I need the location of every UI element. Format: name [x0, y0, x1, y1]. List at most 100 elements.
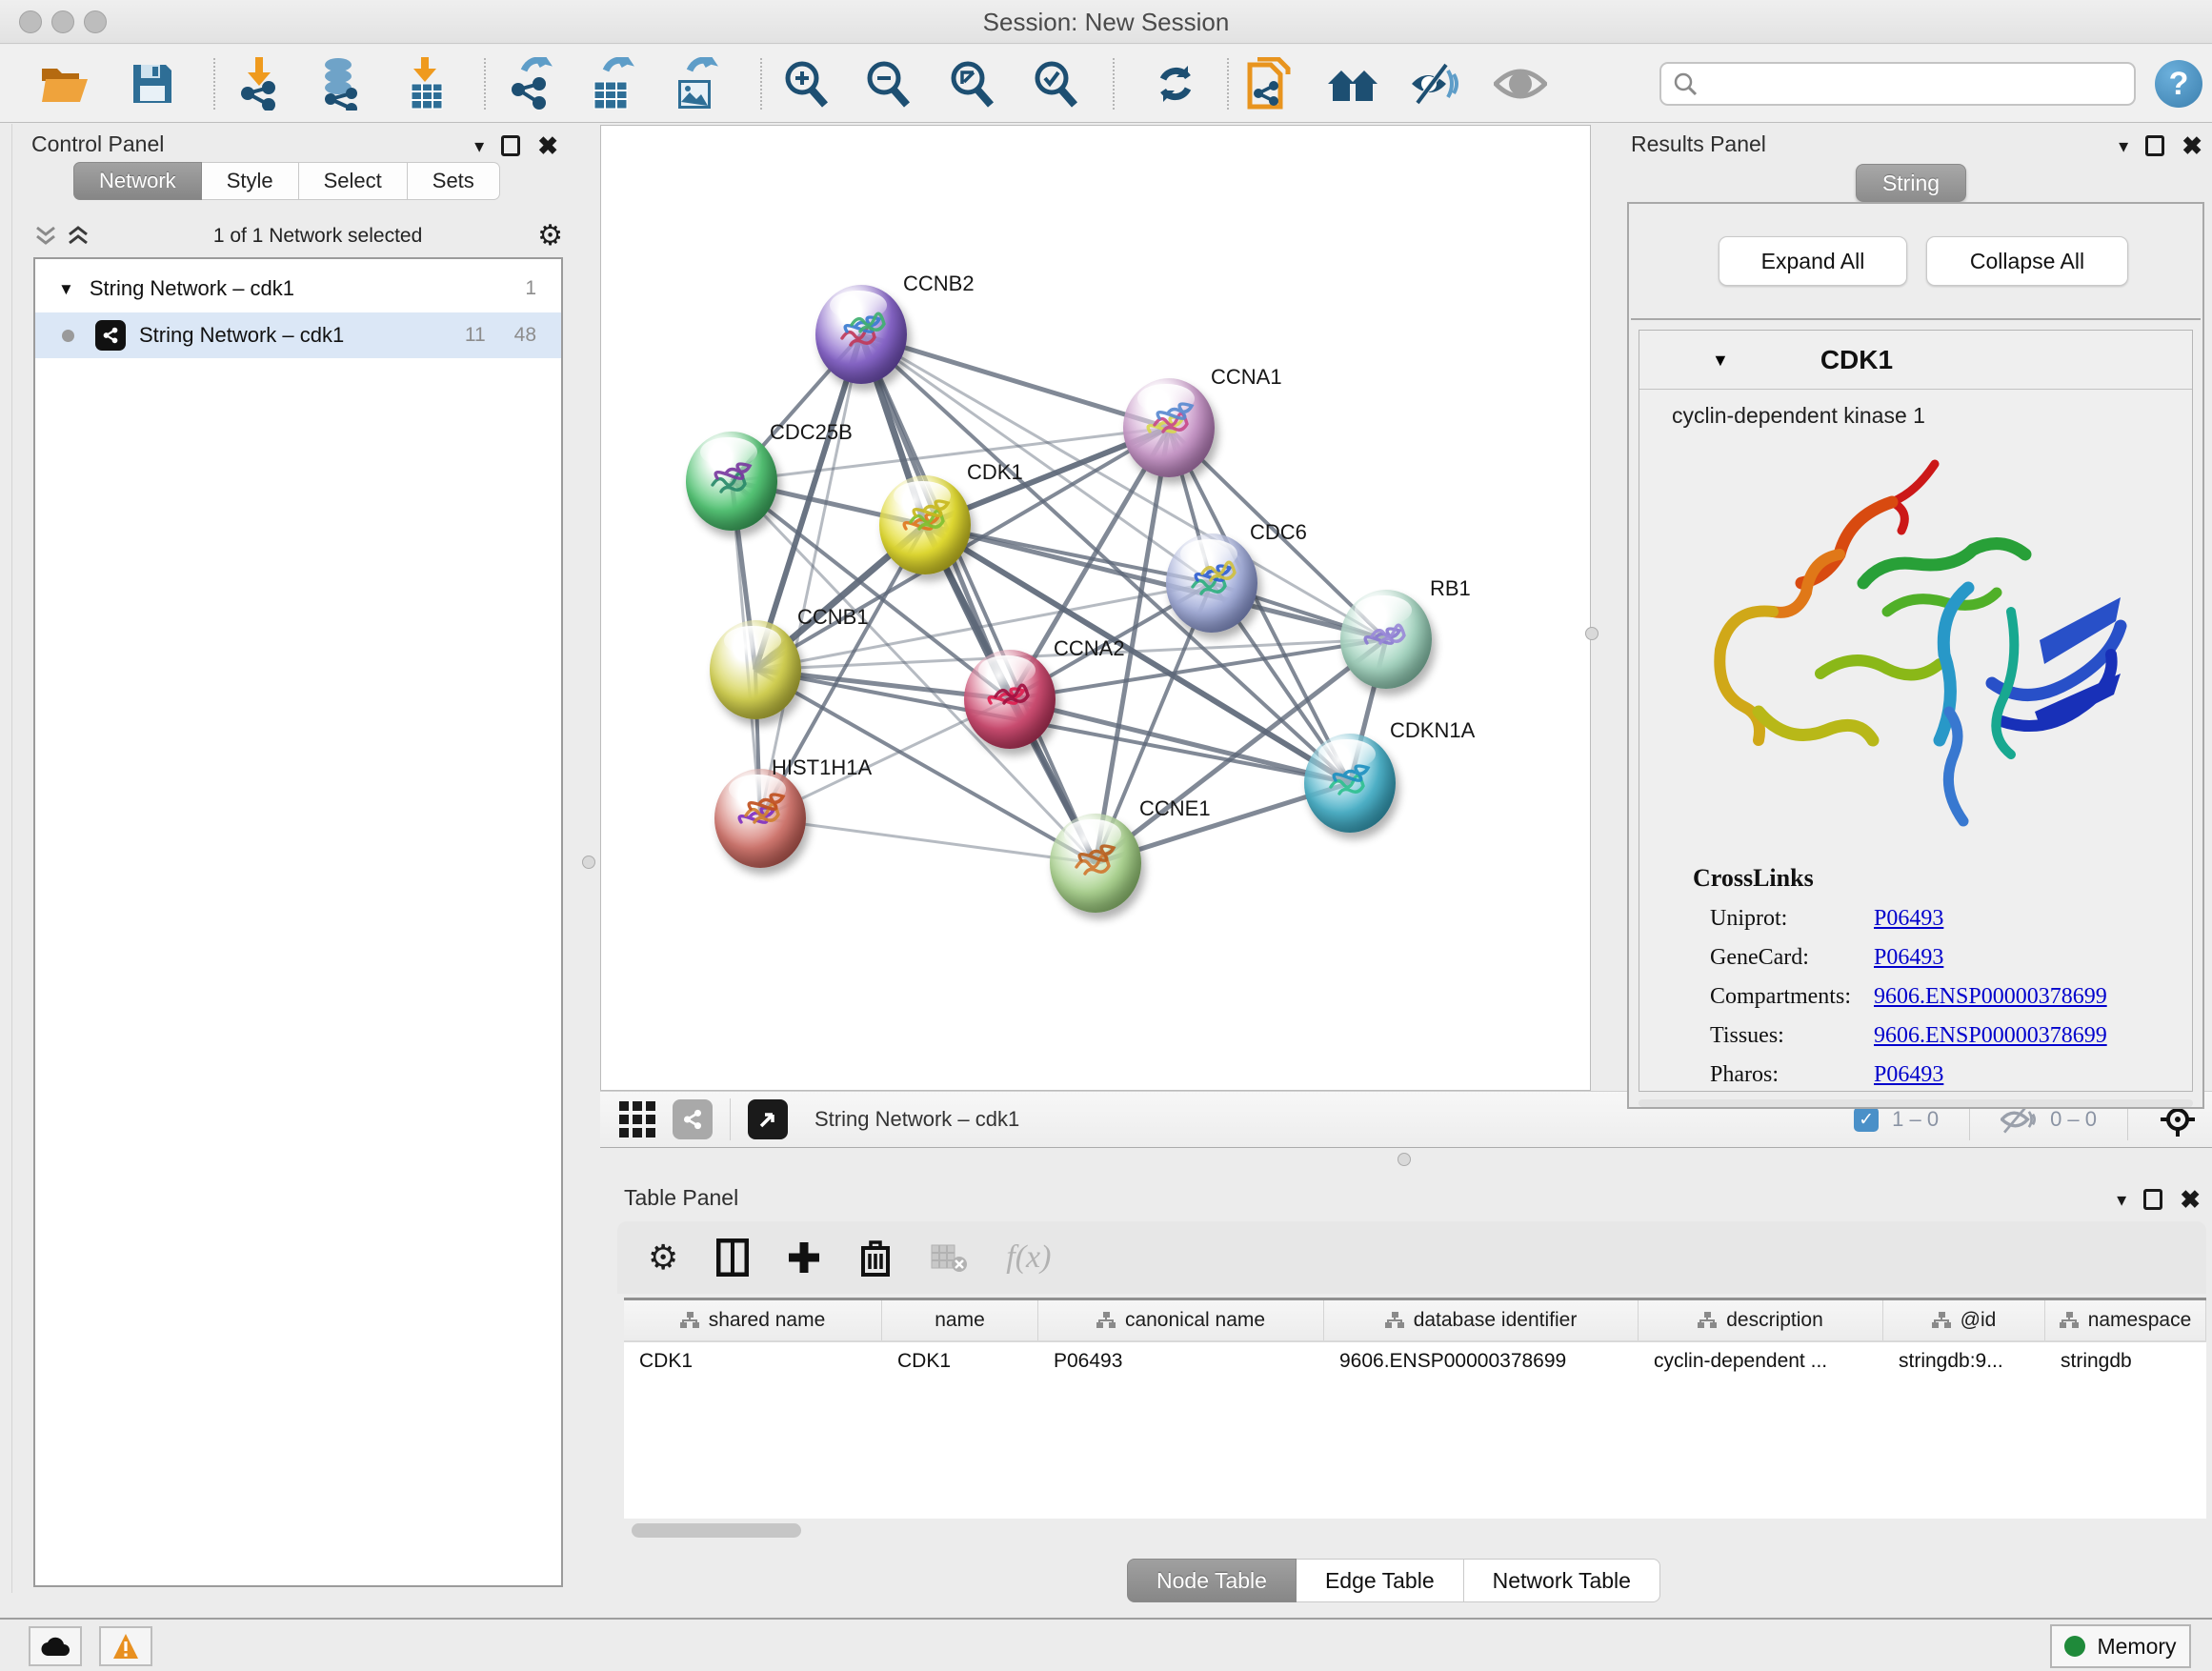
tab-edge-table[interactable]: Edge Table	[1297, 1559, 1464, 1602]
collapse-details-icon[interactable]: ▼	[1712, 352, 1729, 369]
network-node-ccnb1[interactable]	[710, 620, 801, 719]
import-table-icon[interactable]	[396, 54, 457, 113]
network-node-ccnb2[interactable]	[815, 285, 907, 384]
network-node-cdc25b[interactable]	[686, 432, 777, 531]
results-horizontal-scrollbar[interactable]	[1639, 1099, 2193, 1107]
close-panel-icon[interactable]: ✖	[2182, 133, 2202, 158]
crosslink-link[interactable]: P06493	[1874, 1062, 1943, 1088]
zoom-selected-icon[interactable]	[1025, 54, 1086, 113]
table-options-gear-icon[interactable]: ⚙	[648, 1240, 678, 1275]
table-cell[interactable]: CDK1	[882, 1342, 1038, 1384]
import-database-icon[interactable]	[311, 54, 372, 113]
network-row-selected[interactable]: String Network – cdk1 11 48	[35, 312, 561, 358]
expand-all-networks-icon[interactable]	[33, 226, 58, 247]
close-panel-icon[interactable]: ✖	[537, 133, 558, 158]
search-input[interactable]	[1705, 71, 2134, 96]
function-builder-icon[interactable]: f(x)	[1006, 1239, 1051, 1276]
import-network-icon[interactable]	[229, 54, 290, 113]
toolbar-separator	[484, 58, 486, 110]
column-header-canonical-name[interactable]: canonical name	[1038, 1300, 1324, 1340]
tab-network[interactable]: Network	[73, 162, 202, 200]
warnings-button[interactable]	[99, 1626, 152, 1666]
float-panel-icon[interactable]	[2145, 135, 2164, 156]
right-splitter-handle[interactable]	[1585, 627, 1599, 640]
network-collection-row[interactable]: ▼ String Network – cdk1 1	[35, 269, 561, 309]
expand-all-button[interactable]: Expand All	[1719, 236, 1907, 286]
collapse-collection-icon[interactable]: ▼	[58, 281, 74, 297]
node-details-header[interactable]: ▼ CDK1	[1639, 331, 2192, 390]
crosslink-link[interactable]: 9606.ENSP00000378699	[1874, 1023, 2107, 1049]
table-cell[interactable]: 9606.ENSP00000378699	[1324, 1342, 1639, 1384]
search-box[interactable]	[1659, 62, 2136, 106]
zoom-in-icon[interactable]	[775, 54, 836, 113]
collection-name: String Network – cdk1	[90, 276, 294, 301]
tab-sets[interactable]: Sets	[408, 162, 500, 200]
zoom-fit-icon[interactable]	[941, 54, 1002, 113]
table-cell[interactable]: cyclin-dependent ...	[1639, 1342, 1883, 1384]
column-header--id[interactable]: @id	[1883, 1300, 2045, 1340]
network-canvas[interactable]: CCNB2CCNA1CDC25BCDK1CDC6RB1CCNB1CCNA2CDK…	[600, 125, 1591, 1091]
close-panel-icon[interactable]: ✖	[2180, 1187, 2201, 1212]
share-file-icon[interactable]	[1238, 54, 1299, 113]
table-cell[interactable]: CDK1	[624, 1342, 882, 1384]
memory-button[interactable]: Memory	[2050, 1624, 2191, 1668]
table-cell[interactable]: stringdb:9...	[1883, 1342, 2045, 1384]
save-session-icon[interactable]	[122, 54, 183, 113]
network-options-gear-icon[interactable]: ⚙	[537, 222, 563, 251]
delete-table-icon[interactable]	[930, 1241, 968, 1274]
network-node-hist1h1a[interactable]	[714, 769, 806, 868]
show-columns-icon[interactable]	[716, 1238, 749, 1277]
export-network-icon[interactable]	[499, 54, 560, 113]
help-icon[interactable]: ?	[2155, 60, 2202, 108]
crosslink-link[interactable]: 9606.ENSP00000378699	[1874, 984, 2107, 1010]
column-header-name[interactable]: name	[882, 1300, 1038, 1340]
tab-node-table[interactable]: Node Table	[1127, 1559, 1297, 1602]
tab-network-table[interactable]: Network Table	[1464, 1559, 1660, 1602]
column-header-namespace[interactable]: namespace	[2045, 1300, 2206, 1340]
column-header-description[interactable]: description	[1639, 1300, 1883, 1340]
collapse-all-networks-icon[interactable]	[66, 226, 90, 247]
cloud-button[interactable]	[29, 1626, 82, 1666]
collapse-all-button[interactable]: Collapse All	[1926, 236, 2128, 286]
scrollbar-thumb[interactable]	[632, 1523, 801, 1538]
crosslink-link[interactable]: P06493	[1874, 906, 1943, 932]
grid-view-icon[interactable]	[619, 1090, 655, 1149]
eye-icon[interactable]	[1490, 54, 1551, 113]
table-row[interactable]: CDK1CDK1P064939606.ENSP00000378699cyclin…	[624, 1342, 2206, 1384]
column-header-database-identifier[interactable]: database identifier	[1324, 1300, 1639, 1340]
network-node-ccna2[interactable]	[964, 650, 1056, 749]
refresh-icon[interactable]	[1145, 54, 1206, 113]
network-node-cdc6[interactable]	[1166, 534, 1257, 633]
table-horizontal-scrollbar[interactable]	[624, 1519, 2206, 1543]
export-table-icon[interactable]	[581, 54, 642, 113]
network-node-rb1[interactable]	[1340, 590, 1432, 689]
table-cell[interactable]: stringdb	[2045, 1342, 2206, 1384]
show-hide-graphics-icon[interactable]	[1406, 54, 1467, 113]
network-share-icon[interactable]	[673, 1099, 713, 1139]
crosslink-link[interactable]: P06493	[1874, 945, 1943, 971]
zoom-out-icon[interactable]	[857, 54, 918, 113]
tab-style[interactable]: Style	[202, 162, 299, 200]
open-session-icon[interactable]	[34, 54, 95, 113]
crosslink-label: Uniprot:	[1710, 906, 1874, 932]
horizontal-splitter-handle[interactable]	[1398, 1153, 1411, 1166]
network-node-cdkn1a[interactable]	[1304, 734, 1396, 833]
float-panel-icon[interactable]	[2143, 1189, 2162, 1210]
network-node-cdk1[interactable]	[879, 475, 971, 574]
panel-menu-icon[interactable]: ▾	[2117, 1188, 2126, 1212]
network-node-ccna1[interactable]	[1123, 378, 1215, 477]
column-header-shared-name[interactable]: shared name	[624, 1300, 882, 1340]
float-panel-icon[interactable]	[501, 135, 520, 156]
birds-eye-view-icon[interactable]	[748, 1099, 788, 1139]
add-column-icon[interactable]	[787, 1240, 821, 1275]
left-splitter-handle[interactable]	[582, 856, 595, 869]
tab-string[interactable]: String	[1856, 164, 1966, 202]
network-node-ccne1[interactable]	[1050, 814, 1141, 913]
delete-column-trash-icon[interactable]	[859, 1238, 892, 1277]
table-cell[interactable]: P06493	[1038, 1342, 1324, 1384]
panel-menu-icon[interactable]: ▾	[2119, 134, 2128, 158]
home-icon[interactable]	[1322, 54, 1383, 113]
panel-menu-icon[interactable]: ▾	[474, 134, 484, 158]
export-image-icon[interactable]	[665, 54, 726, 113]
tab-select[interactable]: Select	[299, 162, 408, 200]
